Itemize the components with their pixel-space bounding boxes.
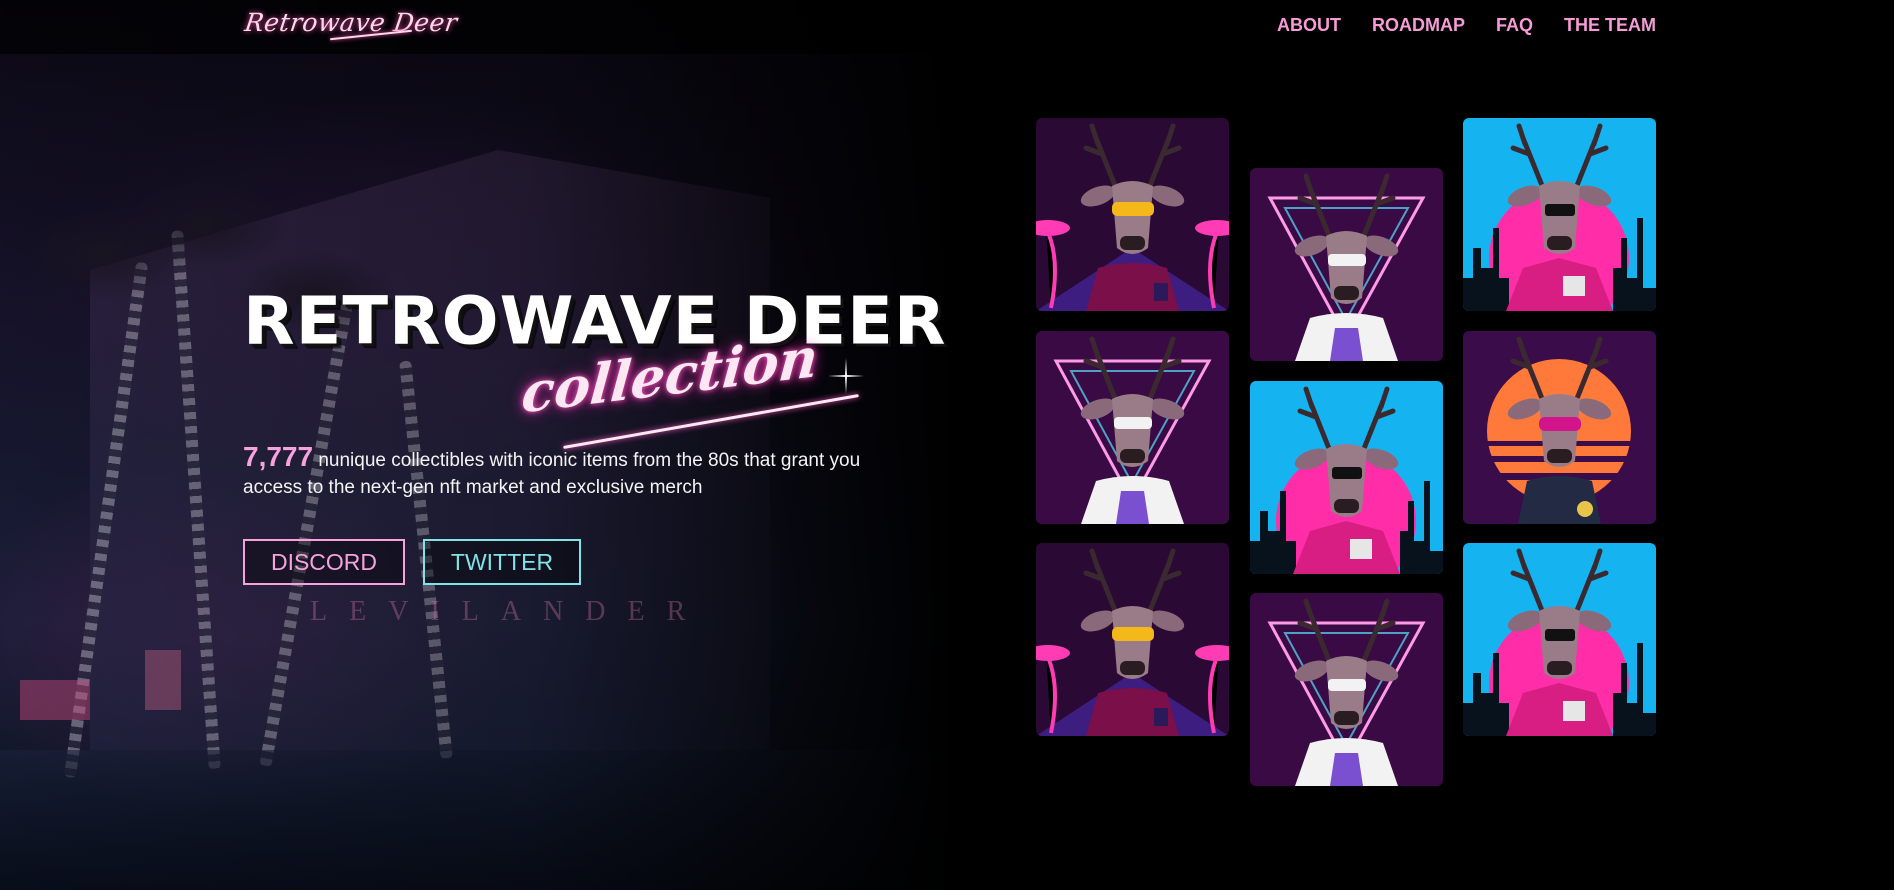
palm-tree-trunk [259,302,353,768]
palm-tree-trunk [63,261,149,779]
nav-link-about[interactable]: ABOUT [1277,15,1341,36]
hero-title: RETROWAVE DEER [243,282,947,360]
collection-count: 7,777 [243,441,314,472]
deer-nft-card [1250,168,1443,361]
main-nav: ABOUT ROADMAP FAQ THE TEAM [1277,15,1656,36]
deer-artwork-image [1463,331,1656,524]
deer-nft-card [1250,381,1443,574]
nav-link-roadmap[interactable]: ROADMAP [1372,15,1465,36]
palm-tree-trunk [171,230,221,770]
deer-nft-card [1463,118,1656,311]
deer-nft-card [1036,118,1229,311]
deer-artwork-image [1036,543,1229,736]
deer-artwork-image [1250,168,1443,361]
site-header: Retrowave Deer ABOUT ROADMAP FAQ THE TEA… [0,0,1894,54]
palm-tree-leaves [120,180,290,270]
palm-tree-leaves [20,210,190,300]
nav-link-faq[interactable]: FAQ [1496,15,1533,36]
deer-artwork-image [1463,118,1656,311]
twitter-button[interactable]: TWITTER [423,539,581,585]
deer-artwork-image [1463,543,1656,736]
deer-nft-card [1463,543,1656,736]
street [0,750,960,890]
nav-link-the-team[interactable]: THE TEAM [1564,15,1656,36]
discord-button[interactable]: DISCORD [243,539,405,585]
site-logo[interactable]: Retrowave Deer [243,8,459,37]
deer-nft-card [1463,331,1656,524]
description-text: nunique collectibles with iconic items f… [243,450,861,498]
building-sign: LEVILANDER [310,596,708,627]
window-glow [145,650,181,710]
deer-nft-card [1036,331,1229,524]
deer-artwork-image [1036,118,1229,311]
deer-artwork-image [1250,593,1443,786]
hero-description: 7,777 nunique collectibles with iconic i… [243,443,883,501]
deer-nft-card [1036,543,1229,736]
deer-artwork-image [1036,331,1229,524]
hero-title-block: RETROWAVE DEER collection [243,282,947,450]
window-glow [20,680,90,720]
deer-artwork-image [1250,381,1443,574]
sparkle-icon [828,358,864,394]
deer-nft-card [1250,593,1443,786]
